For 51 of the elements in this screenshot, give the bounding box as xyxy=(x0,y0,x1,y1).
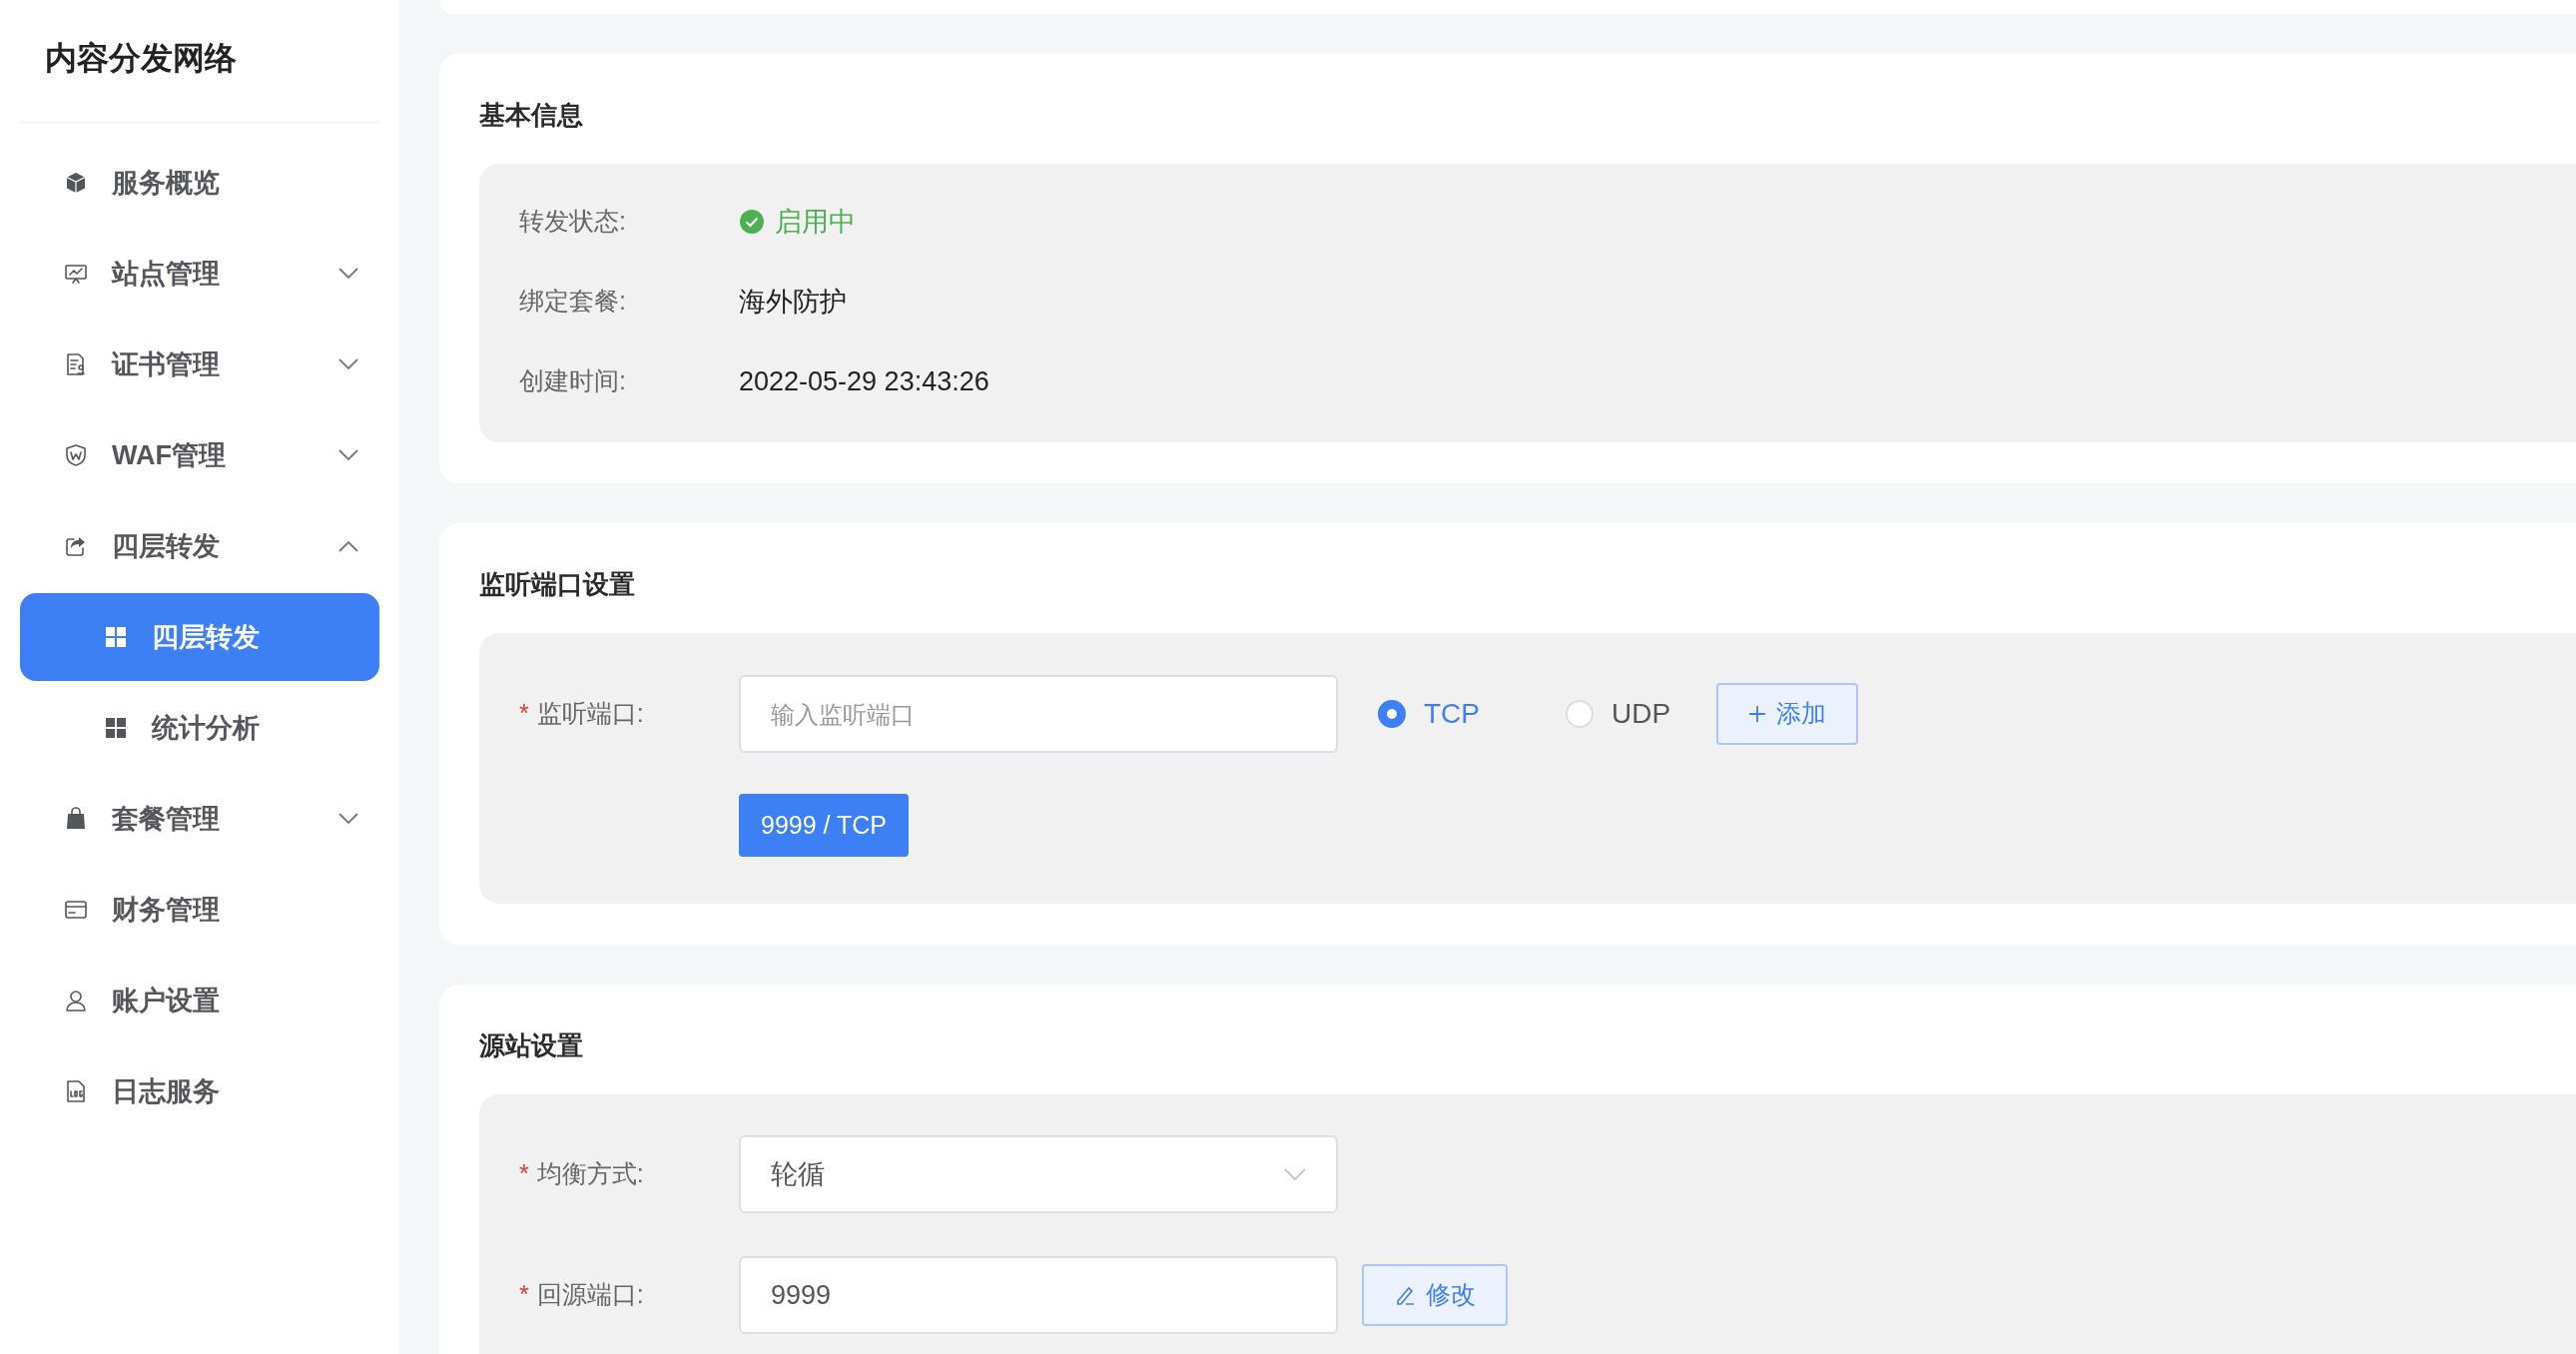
check-circle-icon xyxy=(739,209,765,235)
required-mark: * xyxy=(519,699,529,728)
sidebar-subitem[interactable]: 统计分析 xyxy=(20,684,379,772)
app-title: 内容分发网络 xyxy=(44,39,238,78)
user-icon xyxy=(64,989,88,1013)
plus-icon xyxy=(1748,705,1767,723)
required-mark: * xyxy=(519,1159,529,1188)
sidebar-item[interactable]: 站点管理 xyxy=(20,230,379,318)
pencil-icon xyxy=(1394,1284,1416,1306)
field-label: 创建时间: xyxy=(519,366,626,395)
radio-option[interactable]: UDP xyxy=(1566,693,1671,735)
port-input-field[interactable]: 输入监听端口 xyxy=(739,675,1338,753)
field-label: 转发状态: xyxy=(519,207,626,236)
chevron-down-icon xyxy=(337,357,359,371)
sidebar-item[interactable]: 证书管理 xyxy=(20,321,379,408)
grid-icon xyxy=(104,625,128,649)
chevron-up-icon xyxy=(337,539,359,553)
field-label: 绑定套餐: xyxy=(519,287,626,316)
sidebar-item[interactable]: 账户设置 xyxy=(20,957,379,1044)
port-tag[interactable]: 9999 / TCP xyxy=(739,794,909,857)
chevron-down-icon xyxy=(337,267,359,281)
shield-icon xyxy=(64,443,88,467)
field-label: 均衡方式: xyxy=(536,1159,644,1188)
chevron-down-icon xyxy=(337,812,359,826)
sidebar-item[interactable]: 四层转发 xyxy=(20,502,379,590)
document-icon xyxy=(64,352,88,376)
section-title: 基本信息 xyxy=(479,99,584,131)
field-value: 2022-05-29 23:43:26 xyxy=(739,364,989,398)
section-title: 监听端口设置 xyxy=(479,568,636,600)
shopping-bag-icon xyxy=(64,807,88,831)
chevron-down-icon xyxy=(1284,1167,1306,1181)
grid-icon xyxy=(104,716,128,740)
credit-card-icon xyxy=(64,898,88,922)
port-input-field[interactable]: 9999 xyxy=(739,1256,1338,1334)
sidebar-item[interactable]: 套餐管理 xyxy=(20,775,379,863)
field-label: 监听端口: xyxy=(536,699,644,728)
presentation-board-icon xyxy=(64,262,88,286)
field-value: 海外防护 xyxy=(739,285,847,319)
required-mark: * xyxy=(519,1280,529,1309)
chevron-down-icon xyxy=(337,448,359,462)
sidebar-item[interactable]: 服务概览 xyxy=(20,139,379,227)
status-text: 启用中 xyxy=(775,205,856,239)
cube-icon xyxy=(64,171,88,195)
log-file-icon xyxy=(64,1079,88,1103)
select-field[interactable]: 轮循 xyxy=(739,1135,1338,1213)
sidebar-item[interactable]: 财务管理 xyxy=(20,866,379,954)
sidebar-item[interactable]: 日志服务 xyxy=(20,1047,379,1135)
field-label: 回源端口: xyxy=(536,1280,644,1309)
section-title: 源站设置 xyxy=(479,1029,584,1061)
sidebar-subitem[interactable]: 四层转发 xyxy=(20,593,379,681)
sidebar-item[interactable]: WAF管理 xyxy=(20,411,379,499)
